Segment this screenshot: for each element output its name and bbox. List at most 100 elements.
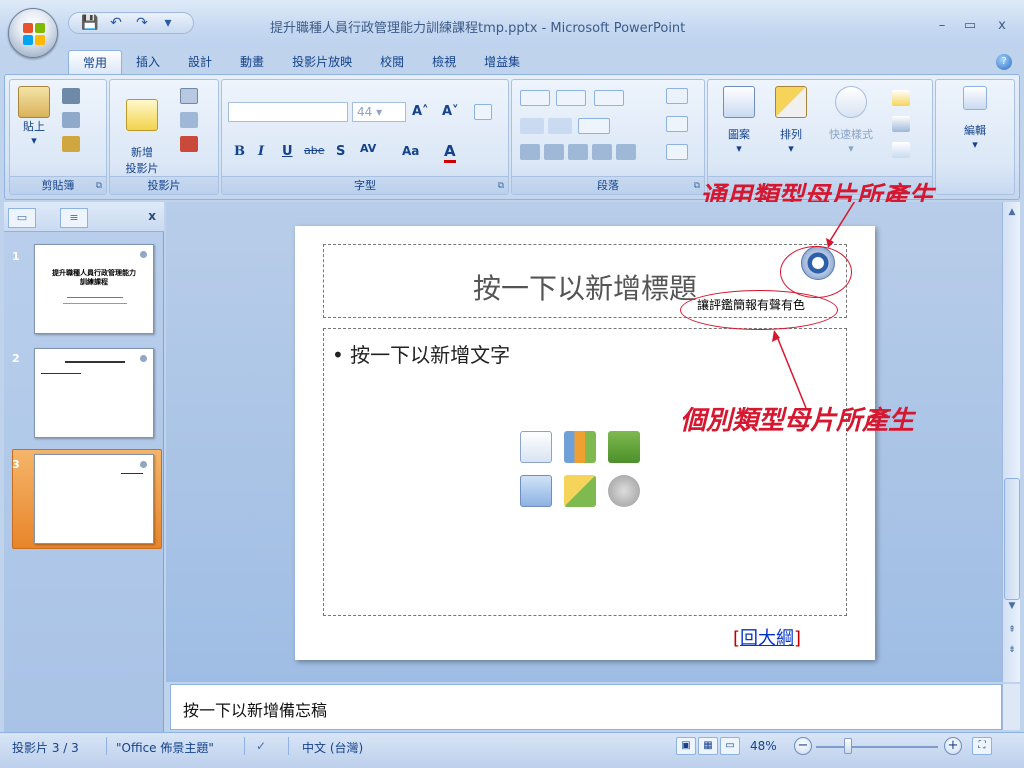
notes-pane[interactable]: 按一下以新增備忘稿 (170, 684, 1002, 730)
back-link-text[interactable]: 回大綱 (740, 628, 794, 649)
shapes-button[interactable]: 圖案 ▾ (716, 86, 762, 155)
tab-home[interactable]: 常用 (68, 50, 123, 74)
help-icon[interactable]: ? (996, 54, 1012, 70)
bold-button[interactable]: B (234, 144, 245, 159)
increase-indent-icon[interactable] (548, 118, 572, 134)
undo-icon[interactable]: ↶ (107, 14, 125, 32)
justify-icon[interactable] (592, 144, 612, 160)
shadow-button[interactable]: S (336, 144, 345, 159)
align-center-icon[interactable] (544, 144, 564, 160)
font-name-combo[interactable] (228, 102, 348, 122)
insert-smartart-icon[interactable] (608, 431, 640, 463)
font-size-combo[interactable]: 44 ▾ (352, 102, 406, 122)
tab-addins[interactable]: 增益集 (470, 50, 534, 74)
slides-tab-icon[interactable]: ▭ (8, 208, 36, 228)
close-button[interactable]: x (990, 18, 1014, 33)
italic-button[interactable]: I (258, 144, 264, 159)
line-spacing-icon[interactable] (594, 90, 624, 106)
tab-slideshow[interactable]: 投影片放映 (278, 50, 366, 74)
scroll-thumb[interactable] (1004, 478, 1020, 600)
shape-effects-icon[interactable] (892, 142, 910, 158)
insert-picture-icon[interactable] (520, 475, 552, 507)
next-slide-icon[interactable]: ⇟ (1004, 642, 1020, 658)
thumb-logo-icon (140, 251, 147, 258)
grow-font-icon[interactable]: A˄ (412, 104, 429, 119)
clipboard-launcher-icon[interactable]: ⧉ (96, 181, 102, 191)
tab-review[interactable]: 校閱 (366, 50, 418, 74)
insert-media-icon[interactable] (608, 475, 640, 507)
char-spacing-button[interactable]: AV (360, 142, 376, 155)
notes-scrollbar[interactable] (1002, 684, 1020, 730)
paste-button[interactable]: 貼上 ▾ (16, 86, 52, 147)
language[interactable]: 中文 (台灣) (302, 739, 363, 756)
slideshow-view-icon[interactable]: ▭ (720, 737, 740, 755)
body-placeholder[interactable]: • 按一下以新增文字 (323, 328, 847, 616)
text-direction-icon[interactable] (666, 88, 688, 104)
strike-button[interactable]: abe (304, 144, 325, 157)
reset-icon[interactable] (180, 112, 198, 128)
slide-thumb-3[interactable] (34, 454, 154, 544)
back-link-bracket-open: [ (733, 628, 741, 649)
numbering-icon[interactable] (556, 90, 586, 106)
insert-table-icon[interactable] (520, 431, 552, 463)
back-to-outline-link[interactable]: [回大綱] (733, 624, 801, 650)
zoom-in-icon[interactable]: + (944, 737, 962, 755)
underline-button[interactable]: U (282, 144, 293, 159)
zoom-out-icon[interactable]: − (794, 737, 812, 755)
align-text-icon[interactable] (666, 116, 688, 132)
shape-outline-icon[interactable] (892, 116, 910, 132)
smartart-icon[interactable] (666, 144, 688, 160)
new-slide-button[interactable]: 新增 投影片 (114, 86, 170, 189)
slide-thumb-1[interactable]: 提升職種人員行政管理能力 訓練課程 (34, 244, 154, 334)
pane-close-icon[interactable]: x (148, 209, 156, 223)
delete-slide-icon[interactable] (180, 136, 198, 152)
zoom-slider-thumb[interactable] (844, 738, 852, 754)
scroll-up-icon[interactable]: ▲ (1004, 204, 1020, 220)
slide-sorter-icon[interactable]: ▦ (698, 737, 718, 755)
vertical-scrollbar[interactable]: ▲ ▼ ⇞ ⇟ (1002, 202, 1020, 682)
arrange-button[interactable]: 排列 ▾ (768, 86, 814, 155)
tab-design[interactable]: 設計 (174, 50, 226, 74)
decrease-indent-icon[interactable] (520, 118, 544, 134)
change-case-button[interactable]: Aa (402, 144, 419, 158)
font-launcher-icon[interactable]: ⧉ (498, 181, 504, 191)
zoom-level[interactable]: 48% (750, 739, 777, 753)
normal-view-icon[interactable]: ▣ (676, 737, 696, 755)
tab-insert[interactable]: 插入 (122, 50, 174, 74)
tab-animations[interactable]: 動畫 (226, 50, 278, 74)
qat-more-icon[interactable]: ▾ (159, 14, 177, 32)
clear-format-icon[interactable] (474, 104, 492, 120)
restore-button[interactable]: ▭ (958, 18, 982, 33)
bullets-icon[interactable] (520, 90, 550, 106)
copy-icon[interactable] (62, 112, 80, 128)
save-icon[interactable]: 💾 (81, 14, 99, 32)
distributed-icon[interactable] (616, 144, 636, 160)
outline-tab-icon[interactable]: ≡ (60, 208, 88, 228)
insert-chart-icon[interactable] (564, 431, 596, 463)
shrink-font-icon[interactable]: A˅ (442, 104, 459, 119)
columns-icon[interactable] (578, 118, 610, 134)
shape-fill-icon[interactable] (892, 90, 910, 106)
theme-name[interactable]: "Office 佈景主題" (116, 739, 214, 756)
font-color-button[interactable]: A (444, 142, 456, 163)
redo-icon[interactable]: ↷ (133, 14, 151, 32)
fit-to-window-icon[interactable]: ⛶ (972, 737, 992, 755)
align-left-icon[interactable] (520, 144, 540, 160)
scroll-down-icon[interactable]: ▼ (1004, 598, 1020, 614)
insert-clipart-icon[interactable] (564, 475, 596, 507)
minimize-button[interactable]: – (930, 18, 954, 33)
format-painter-icon[interactable] (62, 136, 80, 152)
office-button[interactable] (8, 8, 58, 58)
status-separator (106, 737, 107, 755)
layout-icon[interactable] (180, 88, 198, 104)
previous-slide-icon[interactable]: ⇞ (1004, 622, 1020, 638)
slide-thumb-2[interactable] (34, 348, 154, 438)
spell-check-icon[interactable]: ✓ (256, 739, 266, 753)
quick-styles-button[interactable]: 快速樣式 ▾ (818, 86, 884, 155)
align-right-icon[interactable] (568, 144, 588, 160)
tab-view[interactable]: 檢視 (418, 50, 470, 74)
thumb-slogan-line (121, 473, 143, 474)
editing-button[interactable]: 編輯 ▾ (952, 86, 998, 151)
zoom-slider-track[interactable] (816, 746, 938, 748)
cut-icon[interactable] (62, 88, 80, 104)
